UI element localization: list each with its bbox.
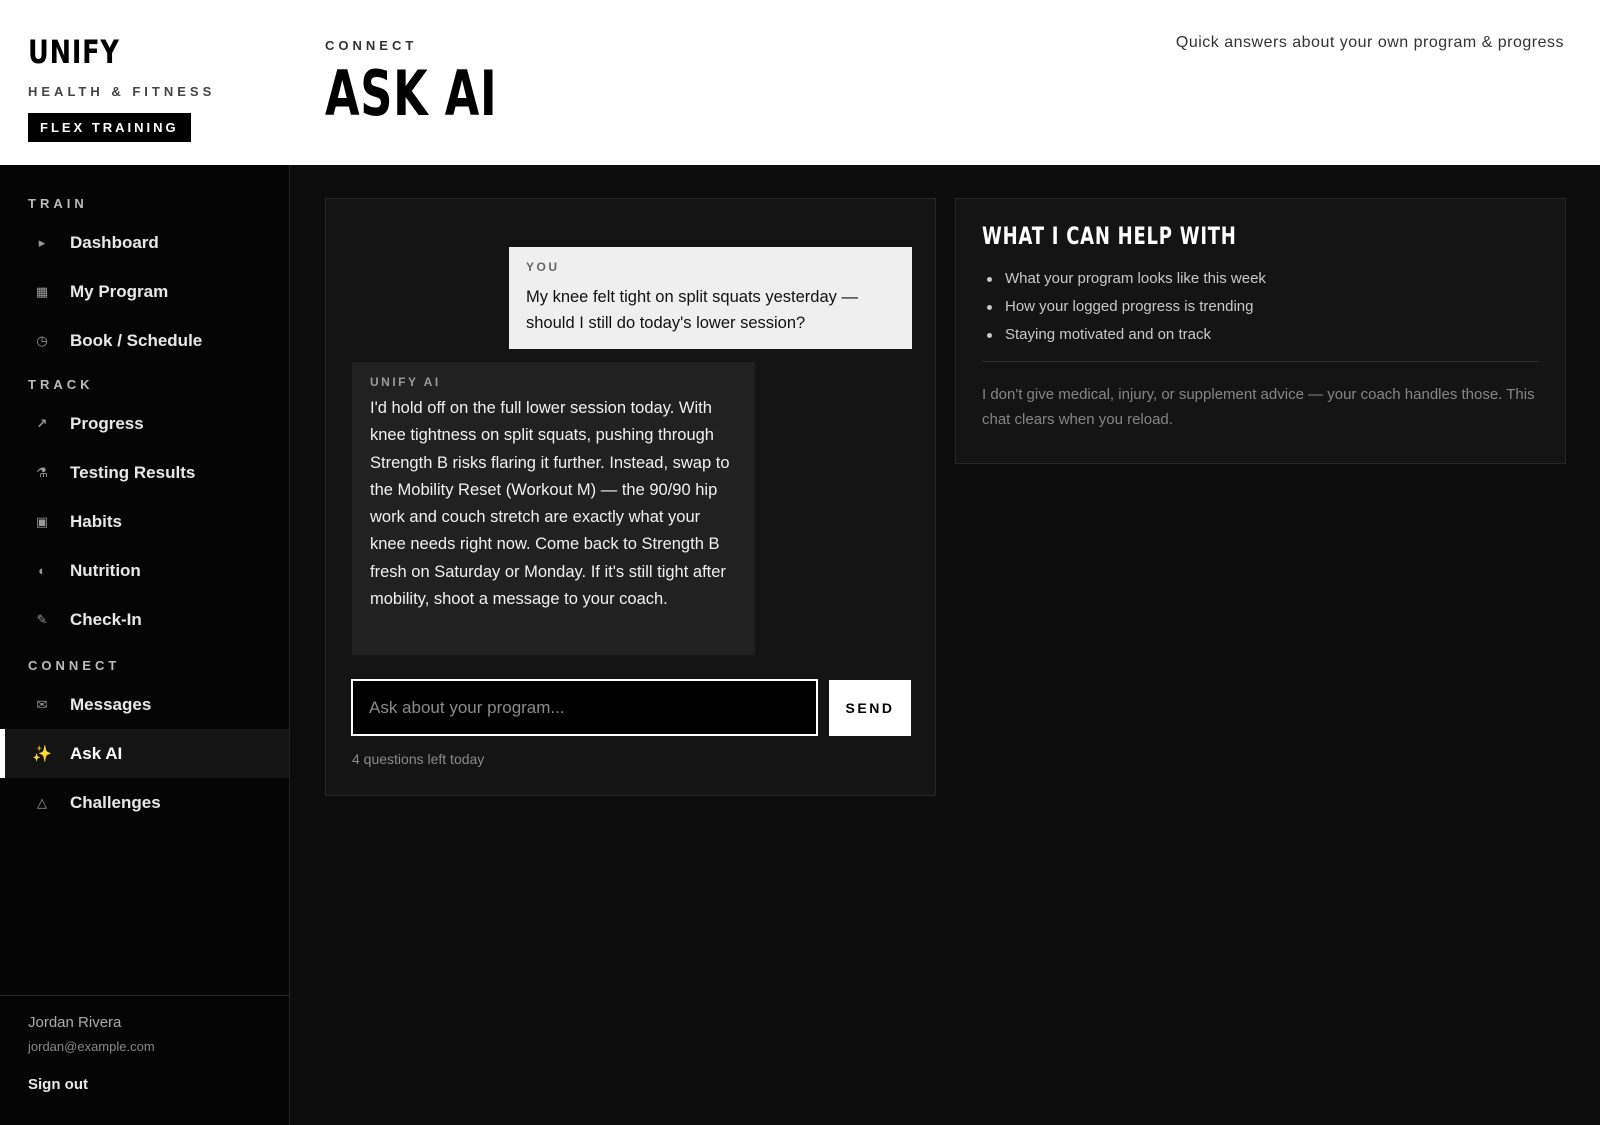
sidebar-item-habits[interactable]: ▣ Habits [0,497,289,546]
sidebar-item-messages[interactable]: ✉ Messages [0,680,289,729]
brand-logo[interactable]: UNIFY [28,32,178,72]
clock-icon: ◷ [36,332,48,348]
disclaimer-note: I don't give medical, injury, or supplem… [982,386,1535,428]
sparkles-icon: ✨ [32,745,52,763]
nav-section-track: TRACK [28,377,94,392]
sidebar-item-check-in[interactable]: ✎ Check-In [0,595,289,644]
send-button[interactable]: SEND [829,680,911,736]
sidebar-item-label: Dashboard [70,232,159,252]
message-text: My knee felt tight on split squats yeste… [526,288,858,332]
sidebar-item-label: Challenges [70,792,161,812]
user-email: jordan@example.com [28,1039,155,1054]
message-text: I'd hold off on the full lower session t… [370,399,730,609]
sidebar-item-testing-results[interactable]: ⚗ Testing Results [0,448,289,497]
help-list-item: Staying motivated and on track [982,321,1539,349]
sidebar-item-challenges[interactable]: △ Challenges [0,778,289,827]
help-title: WHAT I CAN HELP WITH [982,222,1237,250]
sidebar-item-book-schedule[interactable]: ◷ Book / Schedule [0,316,289,365]
plan-badge: FLEX TRAINING [28,113,191,142]
page-subtitle: Quick answers about your own program & p… [1175,34,1564,51]
chat-input[interactable] [351,679,818,736]
help-panel: WHAT I CAN HELP WITH What your program l… [955,198,1566,464]
nav-section-train: TRAIN [28,196,88,211]
sidebar-item-label: Progress [70,413,144,433]
sidebar-footer: Jordan Rivera jordan@example.com Sign ou… [0,995,290,1125]
trend-arrow-icon: ↗ [36,415,48,431]
sidebar-item-label: Ask AI [70,743,123,763]
brand-tagline: HEALTH & FITNESS [28,84,216,99]
sidebar-item-label: Messages [70,694,152,714]
user-name: Jordan Rivera [28,1014,122,1031]
page-title: ASK AI [325,57,498,130]
sign-out-link[interactable]: Sign out [28,1076,262,1093]
sidebar: TRAIN ▸ Dashboard ▦ My Program ◷ Book / … [0,165,290,1125]
nav-section-connect: CONNECT [28,658,121,673]
half-circle-icon: ◐ [38,563,46,578]
sidebar-item-my-program[interactable]: ▦ My Program [0,267,289,316]
ai-message-bubble: UNIFY AI I'd hold off on the full lower … [352,362,755,655]
sidebar-item-label: Check-In [70,609,142,629]
pencil-icon: ✎ [36,611,48,627]
flask-icon: ⚗ [36,464,48,480]
triangle-right-icon: ▸ [38,234,46,250]
sidebar-item-ask-ai[interactable]: ✨ Ask AI [0,729,289,778]
envelope-icon: ✉ [36,696,48,712]
help-list-item: How your logged progress is trending [982,293,1539,321]
chat-panel: YOU My knee felt tight on split squats y… [325,198,936,796]
sidebar-item-label: My Program [70,281,169,301]
help-list: What your program looks like this week H… [982,265,1539,349]
user-message-bubble: YOU My knee felt tight on split squats y… [509,247,912,349]
sidebar-item-label: Book / Schedule [70,330,203,350]
breadcrumb: CONNECT [325,38,418,53]
help-list-item: What your program looks like this week [982,265,1539,293]
top-header: UNIFY HEALTH & FITNESS FLEX TRAINING CON… [0,0,1600,165]
square-check-icon: ▣ [35,513,49,529]
sidebar-item-label: Habits [70,511,122,531]
divider [982,361,1539,362]
message-sender: UNIFY AI [370,375,441,389]
grid-icon: ▦ [35,283,49,299]
sidebar-item-nutrition[interactable]: ◐ Nutrition [0,546,289,595]
sidebar-item-label: Nutrition [70,560,141,580]
message-sender: YOU [526,260,560,274]
sidebar-item-dashboard[interactable]: ▸ Dashboard [0,218,289,267]
question-quota: 4 questions left today [352,751,485,767]
sidebar-item-progress[interactable]: ↗ Progress [0,399,289,448]
brand-block: UNIFY HEALTH & FITNESS FLEX TRAINING [28,32,215,142]
triangle-icon: △ [37,794,47,810]
sidebar-item-label: Testing Results [70,462,196,482]
